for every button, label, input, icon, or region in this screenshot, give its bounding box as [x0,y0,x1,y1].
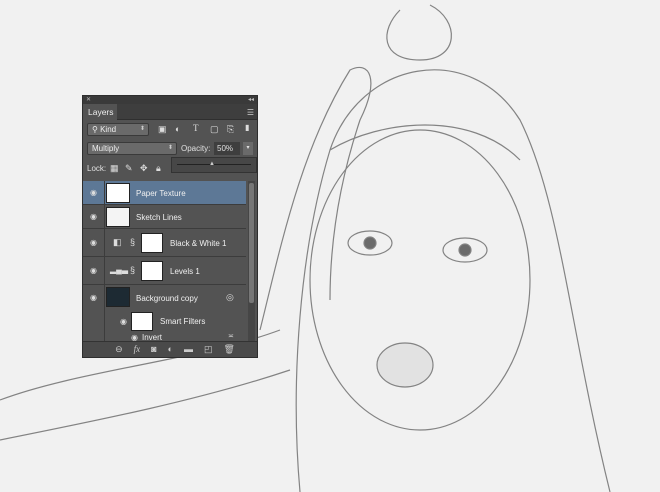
lock-brush-icon[interactable]: ✎ [125,163,133,174]
layer-sketch-lines[interactable]: ◉ Sketch Lines [83,205,246,229]
blend-mode-value: Multiply [92,144,120,153]
filter-kind-value: Kind [100,125,117,134]
folder-icon[interactable]: ▬ [184,344,193,357]
levels-adjustment-icon: ▂▄▃ [110,265,128,274]
layer-name: Sketch Lines [136,213,182,222]
lock-position-icon[interactable]: ✥ [140,163,148,174]
opacity-dropdown-icon[interactable]: ▾ [243,142,253,155]
trash-icon[interactable]: 🗑︎ [224,344,235,357]
adjustment-filter-icon[interactable]: ◐ [175,124,180,134]
layer-mask-thumbnail [141,261,163,281]
eye-icon[interactable]: ◉ [90,238,97,247]
scrollbar[interactable] [248,181,255,341]
smart-filter-mask-thumbnail [131,312,153,331]
shape-filter-icon[interactable]: ▢ [210,124,219,135]
lock-label: Lock: [87,164,107,173]
layer-black-white[interactable]: ◉ ◧ § Black & White 1 [83,229,246,257]
eye-icon[interactable]: ◉ [90,212,97,221]
panel-footer: ⊖ fx ◙ ◐ ▬ ◰ 🗑︎ [83,341,257,357]
eye-icon[interactable]: ◉ [90,188,97,197]
double-chevron-icon[interactable]: ◂◂ [248,96,254,103]
link-icon[interactable]: ⊖ [115,344,123,357]
smart-filter-badge-icon: ◎ [226,292,234,302]
layer-name: Paper Texture [136,189,186,198]
filter-kind-select[interactable]: ⚲ Kind ⬍ [87,123,149,136]
blend-mode-select[interactable]: Multiply ⬍ [87,142,177,155]
layer-thumbnail [106,207,130,227]
panel-menu-icon[interactable]: ☰ [247,108,254,117]
scrollbar-thumb[interactable] [249,183,254,303]
lock-transparent-icon[interactable]: ▦ [110,163,119,174]
layer-name: Background copy [136,294,198,303]
opacity-label: Opacity: [181,144,211,153]
adjustment-icon[interactable]: ◐ [168,344,173,357]
black-white-adjustment-icon: ◧ [113,237,122,247]
eye-icon[interactable]: ◉ [90,293,97,302]
eye-icon[interactable]: ◉ [120,317,127,326]
filter-options-icon[interactable]: ≍ [228,333,234,340]
opacity-input[interactable]: 50% [214,142,240,155]
layer-paper-texture[interactable]: ◉ Paper Texture [83,181,246,205]
mask-icon[interactable]: ◙ [151,344,156,357]
layer-thumbnail [106,287,130,307]
tab-layers[interactable]: Layers [83,104,117,120]
image-filter-icon[interactable]: ▣ [158,124,167,135]
layer-name: Black & White 1 [170,239,227,248]
filter-toggle[interactable]: ▮ [245,123,249,132]
chain-link-icon[interactable]: § [130,237,135,247]
lock-all-icon[interactable]: 🔒︎ [156,163,161,174]
layer-background-copy[interactable]: ◉ Background copy ◎ [83,285,246,311]
chain-link-icon[interactable]: § [130,265,135,275]
type-filter-icon[interactable]: T [193,123,199,133]
panel-titlebar: ✕ ◂◂ [83,96,257,104]
smart-object-filter-icon[interactable]: ⎘ [227,124,234,135]
layers-panel: ✕ ◂◂ Layers ☰ ⚲ Kind ⬍ ▣ ◐ T ▢ ⎘ ▮ Multip… [82,95,258,358]
layer-name: Smart Filters [160,317,206,326]
eye-icon[interactable]: ◉ [90,266,97,275]
divider [104,181,105,343]
layer-levels[interactable]: ◉ ▂▄▃ § Levels 1 [83,257,246,285]
new-layer-icon[interactable]: ◰ [204,344,213,357]
layer-name: Levels 1 [170,267,200,276]
layer-mask-thumbnail [141,233,163,253]
fx-icon[interactable]: fx [134,344,141,357]
layer-smart-filters[interactable]: ◉ Smart Filters [83,311,246,333]
close-icon[interactable]: ✕ [86,96,91,103]
layer-thumbnail [106,183,130,203]
